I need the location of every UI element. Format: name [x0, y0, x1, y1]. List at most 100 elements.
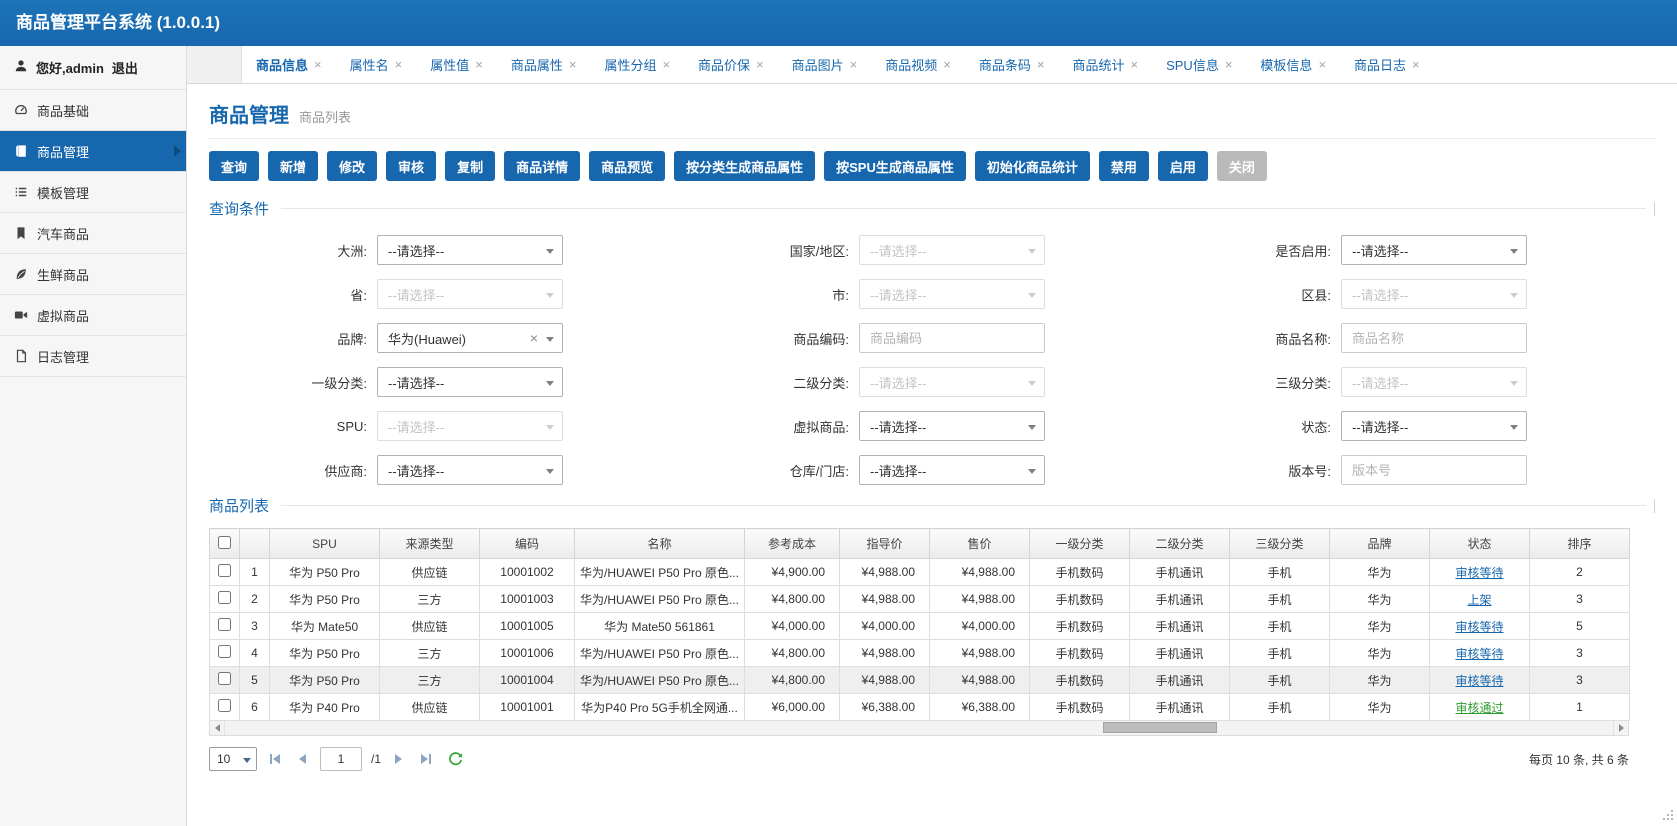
table-row[interactable]: 1 华为 P50 Pro 供应链 10001002 华为/HUAWEI P50 …: [209, 558, 1630, 586]
row-checkbox[interactable]: [218, 699, 231, 712]
add-button[interactable]: 新增: [268, 151, 319, 181]
edit-button[interactable]: 修改: [327, 151, 378, 181]
product-detail-button[interactable]: 商品详情: [504, 151, 581, 181]
close-icon[interactable]: ×: [850, 58, 858, 71]
warehouse-select[interactable]: --请选择--: [859, 455, 1045, 485]
table-row[interactable]: 2 华为 P50 Pro 三方 10001003 华为/HUAWEI P50 P…: [209, 585, 1630, 613]
table-row[interactable]: 3 华为 Mate50 供应链 10001005 华为 Mate50 56186…: [209, 612, 1630, 640]
sidebar-item-log-manage[interactable]: 日志管理: [0, 336, 186, 377]
clear-icon[interactable]: ×: [530, 330, 538, 346]
tab-product-video[interactable]: 商品视频 ×: [871, 46, 965, 83]
sidebar-item-product-manage[interactable]: 商品管理: [0, 131, 186, 172]
status-link[interactable]: 审核等待: [1455, 620, 1503, 634]
column-header-cat2[interactable]: 二级分类: [1129, 528, 1230, 559]
close-icon[interactable]: ×: [1037, 58, 1045, 71]
gen-attrs-by-category-button[interactable]: 按分类生成商品属性: [674, 151, 816, 181]
close-icon[interactable]: ×: [1412, 58, 1420, 71]
resize-grip-icon[interactable]: [1662, 809, 1674, 824]
close-icon[interactable]: ×: [756, 58, 764, 71]
copy-button[interactable]: 复制: [445, 151, 496, 181]
tab-spu-info[interactable]: SPU信息 ×: [1152, 46, 1246, 83]
tab-template-info[interactable]: 模板信息 ×: [1246, 46, 1340, 83]
sidebar-item-template-manage[interactable]: 模板管理: [0, 172, 186, 213]
column-header-status[interactable]: 状态: [1429, 528, 1530, 559]
logout-link[interactable]: 退出: [112, 58, 138, 77]
enable-button[interactable]: 启用: [1157, 151, 1208, 181]
row-checkbox[interactable]: [218, 591, 231, 604]
tab-product-stats[interactable]: 商品统计 ×: [1058, 46, 1152, 83]
close-icon[interactable]: ×: [943, 58, 951, 71]
column-header-name[interactable]: 名称: [574, 528, 745, 559]
refresh-icon[interactable]: [448, 751, 463, 767]
tab-price-protect[interactable]: 商品价保 ×: [684, 46, 778, 83]
column-header-code[interactable]: 编码: [479, 528, 575, 559]
sidebar-item-virtual-products[interactable]: 虚拟商品: [0, 295, 186, 336]
tab-attr-value[interactable]: 属性值 ×: [416, 46, 497, 83]
tab-product-info[interactable]: 商品信息 ×: [242, 46, 336, 83]
column-header-brand[interactable]: 品牌: [1329, 528, 1430, 559]
column-header-spu[interactable]: SPU: [269, 528, 380, 559]
close-icon[interactable]: ×: [395, 58, 403, 71]
audit-button[interactable]: 审核: [386, 151, 437, 181]
status-select[interactable]: --请选择--: [1341, 411, 1527, 441]
page-size-select[interactable]: 10: [209, 747, 257, 771]
category1-select[interactable]: --请选择--: [377, 367, 563, 397]
tab-product-log[interactable]: 商品日志 ×: [1340, 46, 1434, 83]
close-icon[interactable]: ×: [314, 58, 322, 71]
h-scrollbar[interactable]: [209, 721, 1629, 736]
tab-scroll-area[interactable]: [187, 46, 242, 83]
product-preview-button[interactable]: 商品预览: [589, 151, 666, 181]
next-page-button[interactable]: [390, 750, 408, 768]
status-link[interactable]: 审核等待: [1455, 647, 1503, 661]
status-link[interactable]: 上架: [1467, 593, 1491, 607]
status-link[interactable]: 审核等待: [1455, 674, 1503, 688]
scroll-right-button[interactable]: [1613, 721, 1628, 735]
row-checkbox[interactable]: [218, 618, 231, 631]
row-checkbox[interactable]: [218, 645, 231, 658]
brand-select[interactable]: 华为(Huawei) ×: [377, 323, 563, 353]
close-icon[interactable]: ×: [1318, 58, 1326, 71]
close-icon[interactable]: ×: [569, 58, 577, 71]
scroll-left-button[interactable]: [210, 721, 225, 735]
column-header-guide-price[interactable]: 指导价: [839, 528, 930, 559]
table-row[interactable]: 5 华为 P50 Pro 三方 10001004 华为/HUAWEI P50 P…: [209, 666, 1630, 694]
product-code-input[interactable]: [859, 323, 1045, 353]
tab-product-image[interactable]: 商品图片 ×: [778, 46, 872, 83]
sidebar-item-product-basic[interactable]: 商品基础: [0, 90, 186, 131]
continent-select[interactable]: --请选择--: [377, 235, 563, 265]
column-header-cost[interactable]: 参考成本: [744, 528, 840, 559]
version-input[interactable]: [1341, 455, 1527, 485]
sidebar-item-fresh-products[interactable]: 生鲜商品: [0, 254, 186, 295]
table-row[interactable]: 6 华为 P40 Pro 供应链 10001001 华为P40 Pro 5G手机…: [209, 693, 1630, 721]
tab-product-attr[interactable]: 商品属性 ×: [497, 46, 591, 83]
first-page-button[interactable]: [266, 750, 284, 768]
virtual-product-select[interactable]: --请选择--: [859, 411, 1045, 441]
h-scrollbar-thumb[interactable]: [1103, 722, 1217, 733]
last-page-button[interactable]: [417, 750, 435, 768]
column-header-cat3[interactable]: 三级分类: [1229, 528, 1330, 559]
select-all-header[interactable]: [209, 528, 240, 559]
init-product-stats-button[interactable]: 初始化商品统计: [974, 151, 1090, 181]
close-icon[interactable]: ×: [662, 58, 670, 71]
column-header-cat1[interactable]: 一级分类: [1029, 528, 1130, 559]
tab-attr-group[interactable]: 属性分组 ×: [590, 46, 684, 83]
close-icon[interactable]: ×: [475, 58, 483, 71]
close-icon[interactable]: ×: [1225, 58, 1233, 71]
column-header-sort[interactable]: 排序: [1529, 528, 1630, 559]
disable-button[interactable]: 禁用: [1098, 151, 1149, 181]
prev-page-button[interactable]: [293, 750, 311, 768]
table-row[interactable]: 4 华为 P50 Pro 三方 10001006 华为/HUAWEI P50 P…: [209, 639, 1630, 667]
enabled-select[interactable]: --请选择--: [1341, 235, 1527, 265]
gen-attrs-by-spu-button[interactable]: 按SPU生成商品属性: [824, 151, 966, 181]
select-all-checkbox[interactable]: [218, 535, 231, 549]
product-name-input[interactable]: [1341, 323, 1527, 353]
column-header-price[interactable]: 售价: [929, 528, 1030, 559]
tab-product-barcode[interactable]: 商品条码 ×: [965, 46, 1059, 83]
query-button[interactable]: 查询: [209, 151, 260, 181]
sidebar-item-auto-products[interactable]: 汽车商品: [0, 213, 186, 254]
tab-attr-name[interactable]: 属性名 ×: [336, 46, 417, 83]
status-link[interactable]: 审核等待: [1455, 566, 1503, 580]
row-checkbox[interactable]: [218, 672, 231, 685]
row-checkbox[interactable]: [218, 564, 231, 577]
column-header-source[interactable]: 来源类型: [379, 528, 480, 559]
